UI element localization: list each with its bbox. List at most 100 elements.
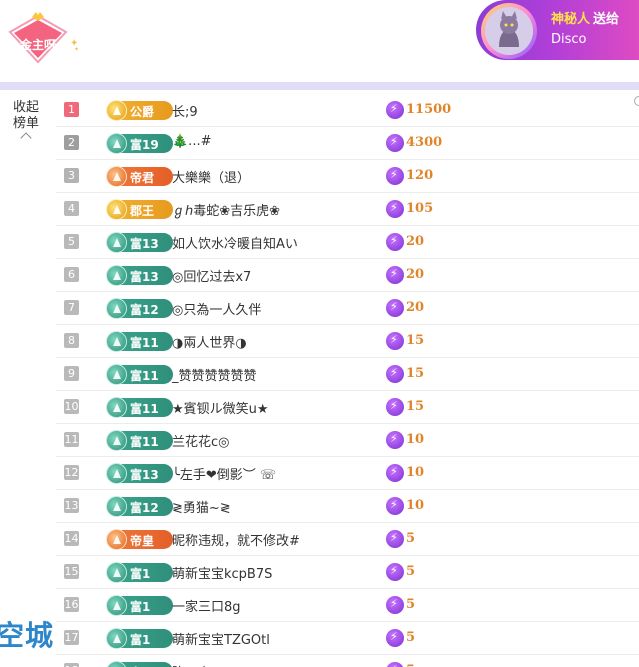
user-name[interactable]: ℊℎ毒蛇❀吉乐虎❀ [172, 200, 280, 219]
gift-action-text: 送给 [593, 12, 620, 27]
ranking-row[interactable]: 1 公爵 长;9 11500 [56, 94, 639, 127]
level-badge: 富11 [106, 364, 173, 385]
ranking-row[interactable]: 9 富11 _赞赞赞赞赞赞 15 [56, 358, 639, 391]
user-name[interactable]: ◑兩人世界◑ [172, 332, 247, 351]
user-name[interactable]: ◎只為一人久伴 [172, 299, 261, 318]
badge-emblem-icon [106, 463, 127, 484]
header-divider [0, 82, 639, 90]
lightning-coin-icon [386, 596, 404, 614]
watermark-text: 空城 [0, 619, 55, 652]
rank-number: 15 [64, 564, 79, 579]
badge-label: 帝皇 [130, 534, 155, 548]
lightning-coin-icon [386, 431, 404, 449]
user-name[interactable]: _赞赞赞赞赞赞 [172, 365, 257, 384]
level-badge: 富1 [106, 595, 173, 616]
level-badge: 富13 [106, 265, 173, 286]
user-name[interactable]: ◎回忆过去x7 [172, 266, 251, 285]
badge-label: 富13 [130, 270, 159, 284]
rank-number: 1 [64, 102, 79, 117]
ranking-row[interactable]: 12 富13 ╰左手❤倒影︶ ☏ 10 [56, 457, 639, 490]
user-name[interactable]: 萌新宝宝kcpB7S [172, 563, 272, 582]
ranking-row[interactable]: 6 富13 ◎回忆过去x7 20 [56, 259, 639, 292]
ranking-row[interactable]: 7 富12 ◎只為一人久伴 20 [56, 292, 639, 325]
rank-number: 11 [64, 432, 79, 447]
user-name[interactable]: 大樂樂（退） [172, 167, 250, 186]
level-badge: 帝君 [106, 166, 173, 187]
user-name[interactable]: 如人饮水冷暖自知Aい [172, 233, 298, 252]
user-name[interactable]: ╰左手❤倒影︶ ☏ [172, 464, 276, 483]
level-badge: 富13 [106, 463, 173, 484]
score-value: 15 [406, 333, 425, 348]
level-badge: 富19 [106, 133, 173, 154]
badge-label: 富1 [130, 600, 151, 614]
user-name[interactable]: 兰花花c◎ [172, 431, 230, 450]
user-name[interactable]: 长;9 [172, 101, 198, 120]
badge-emblem-icon [106, 232, 127, 253]
ranking-row[interactable]: 5 富13 如人饮水冷暖自知Aい 20 [56, 226, 639, 259]
rank-number: 18 [64, 663, 79, 667]
badge-emblem-icon [106, 661, 127, 667]
gift-notification-banner[interactable]: 神秘人 送给 Disco [476, 0, 639, 60]
user-name[interactable]: 萌新宝宝TZGOtl [172, 629, 270, 648]
badge-emblem-icon [106, 166, 127, 187]
user-name[interactable]: 🎄...# [172, 134, 211, 149]
ranking-row[interactable]: 13 富12 ≷勇猫~≷ 10 [56, 490, 639, 523]
level-badge: 富11 [106, 331, 173, 352]
rank-number: 8 [64, 333, 79, 348]
score-value: 105 [406, 201, 434, 216]
badge-emblem-icon [106, 199, 127, 220]
ranking-row[interactable]: 15 富1 萌新宝宝kcpB7S 5 [56, 556, 639, 589]
ranking-row[interactable]: 2 富19 🎄...# 4300 [56, 127, 639, 160]
badge-emblem-icon [106, 133, 127, 154]
badge-label: 富1 [130, 567, 151, 581]
level-badge: 富12 [106, 496, 173, 517]
score-value: 10 [406, 465, 425, 480]
lightning-coin-icon [386, 464, 404, 482]
badge-label: 公爵 [130, 105, 155, 119]
lightning-coin-icon [386, 365, 404, 383]
badge-emblem-icon [106, 331, 127, 352]
ranking-row[interactable]: 11 富11 兰花花c◎ 10 [56, 424, 639, 457]
ranking-row[interactable]: 10 富11 ★賓钡ル微笑u★ 15 [56, 391, 639, 424]
ranking-row[interactable]: 17 富1 萌新宝宝TZGOtl 5 [56, 622, 639, 655]
ranking-row[interactable]: 14 帝皇 昵称违规，就不修改# 5 [56, 523, 639, 556]
ranking-row[interactable]: 3 帝君 大樂樂（退） 120 [56, 160, 639, 193]
user-name[interactable]: 陈三六 [172, 662, 211, 667]
logo-text: 金主呀 [19, 38, 56, 52]
user-name[interactable]: 一家三口8g [172, 596, 241, 615]
user-name[interactable]: ★賓钡ル微笑u★ [172, 398, 269, 417]
score-value: 5 [406, 531, 416, 546]
lightning-coin-icon [386, 332, 404, 350]
lightning-coin-icon [386, 134, 404, 152]
badge-emblem-icon [106, 562, 127, 583]
ranking-row[interactable]: 18 富1陈三六 5 [56, 655, 639, 667]
rank-number: 7 [64, 300, 79, 315]
badge-emblem-icon [106, 364, 127, 385]
level-badge: 郡王 [106, 199, 173, 220]
user-name[interactable]: 昵称违规，就不修改# [172, 530, 300, 549]
rank-number: 9 [64, 366, 79, 381]
score-value: 11500 [406, 102, 452, 117]
user-name[interactable]: ≷勇猫~≷ [172, 497, 231, 516]
gift-sender: 神秘人 送给 [551, 8, 619, 27]
ranking-row[interactable]: 4 郡王 ℊℎ毒蛇❀吉乐虎❀ 105 [56, 193, 639, 226]
ranking-row[interactable]: 16 富1 一家三口8g 5 [56, 589, 639, 622]
rank-number: 6 [64, 267, 79, 282]
rank-number: 4 [64, 201, 79, 216]
lightning-coin-icon [386, 299, 404, 317]
badge-emblem-icon [106, 595, 127, 616]
score-value: 5 [406, 663, 415, 667]
gold-sponsor-badge: 金主呀 [2, 12, 74, 66]
badge-label: 富11 [130, 435, 159, 449]
level-badge: 富1 [106, 562, 173, 583]
rank-number: 2 [64, 135, 79, 150]
rank-number: 17 [64, 630, 79, 645]
collapse-ranking-button[interactable]: 收起榜单 [10, 100, 42, 144]
level-badge: 富1 [106, 661, 173, 667]
badge-emblem-icon [106, 628, 127, 649]
badge-label: 富12 [130, 303, 159, 317]
badge-label: 富11 [130, 402, 159, 416]
score-value: 10 [406, 432, 425, 447]
ranking-row[interactable]: 8 富11 ◑兩人世界◑ 15 [56, 325, 639, 358]
score-value: 5 [406, 564, 416, 579]
